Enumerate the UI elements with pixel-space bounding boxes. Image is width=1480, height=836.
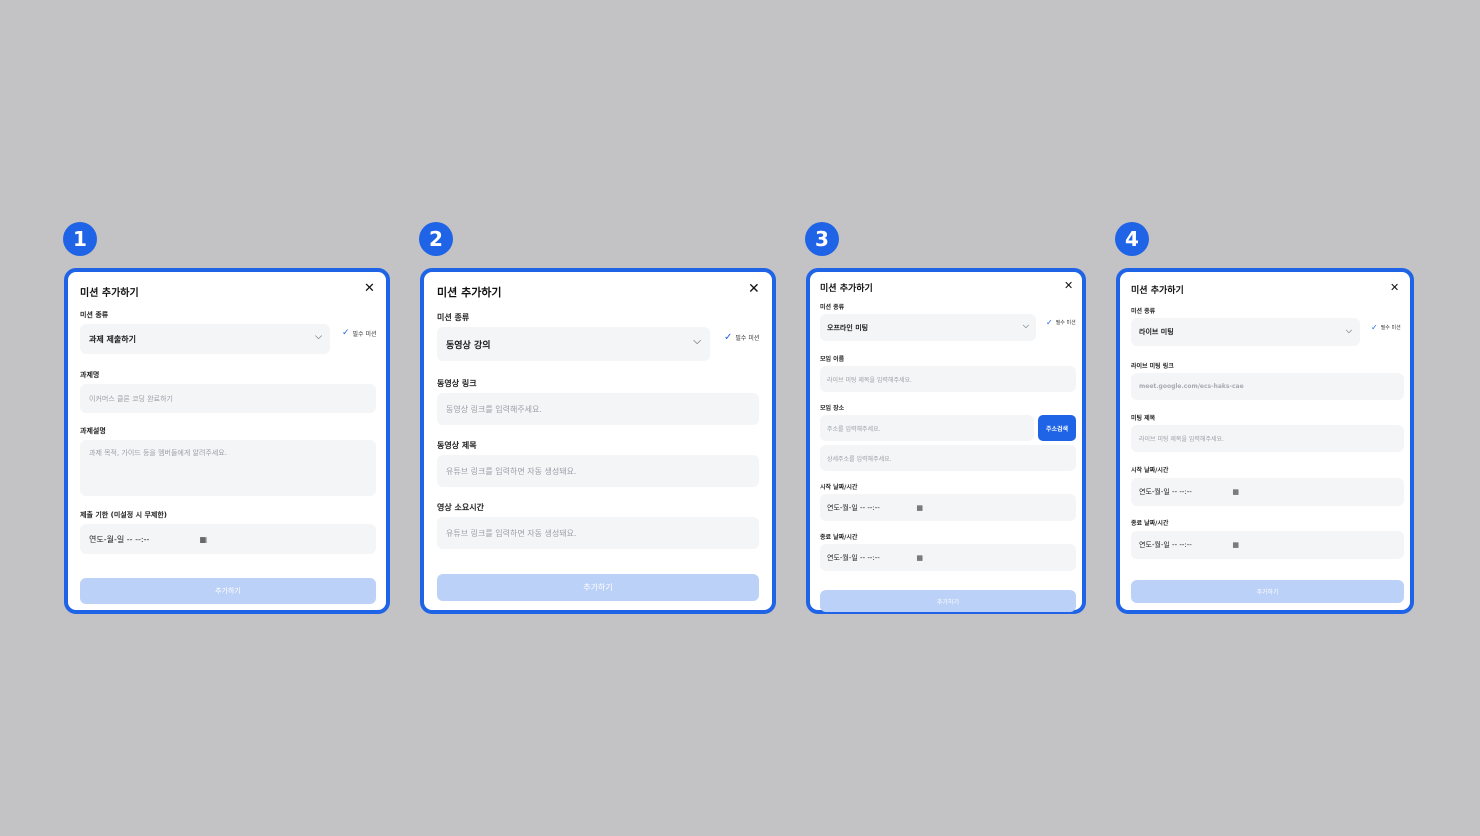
dialog-title: 미션 추가하기 — [1131, 286, 1184, 296]
assignment-description-textarea[interactable]: 과제 목적, 가이드 등을 멤버들에게 알려주세요. — [80, 440, 376, 496]
datetime-value: 연도-월-일 -- --:-- — [1139, 488, 1192, 496]
assignment-description-placeholder: 과제 목적, 가이드 등을 멤버들에게 알려주세요. — [89, 449, 227, 457]
end-datetime-input[interactable]: 연도-월-일 -- --:-- ▦ — [1131, 531, 1404, 559]
chevron-down-icon: ⌵ — [1022, 321, 1029, 330]
required-mission-toggle[interactable]: ✓ 필수 미션 — [1371, 323, 1401, 332]
add-button[interactable]: 추가하기 — [437, 574, 759, 601]
calendar-icon[interactable]: ▦ — [916, 554, 923, 562]
close-icon[interactable]: ✕ — [1390, 281, 1399, 294]
assignment-name-placeholder: 이커머스 클론 코딩 완료하기 — [89, 394, 173, 403]
datetime-value: 연도-월-일 -- --:-- — [1139, 541, 1192, 549]
field-label: 모임 장소 — [820, 405, 845, 412]
assignment-name-input[interactable]: 이커머스 클론 코딩 완료하기 — [80, 384, 376, 413]
mission-type-value: 라이브 미팅 — [1139, 328, 1174, 336]
field-label: 종료 날짜/시간 — [1131, 520, 1169, 527]
add-mission-dialog-1: 미션 추가하기 ✕ 미션 종류 과제 제출하기 ⌵ ✓ 필수 미션 과제명 이커… — [64, 268, 390, 614]
calendar-icon[interactable]: ▦ — [1232, 541, 1239, 549]
mission-type-label: 미션 종류 — [437, 313, 470, 322]
step-badge-2: 2 — [419, 222, 453, 256]
start-datetime-input[interactable]: 연도-월-일 -- --:-- ▦ — [1131, 478, 1404, 506]
datetime-value: 연도-월-일 -- --:-- — [827, 553, 880, 562]
field-label: 종료 날짜/시간 — [820, 534, 858, 541]
field-label: 동영상 제목 — [437, 441, 477, 450]
mission-type-select[interactable]: 과제 제출하기 ⌵ — [80, 324, 330, 354]
add-button[interactable]: 추가하기 — [80, 578, 376, 604]
address-placeholder: 주소를 입력해주세요. — [827, 425, 881, 433]
start-datetime-input[interactable]: 연도-월-일 -- --:-- ▦ — [820, 494, 1076, 521]
chevron-down-icon: ⌵ — [315, 332, 322, 342]
field-label: 시작 날짜/시간 — [820, 484, 858, 491]
mission-type-value: 오프라인 미팅 — [827, 323, 869, 332]
datetime-value: 연도-월-일 -- --:-- — [827, 503, 880, 512]
calendar-icon[interactable]: ▦ — [199, 535, 207, 544]
add-mission-dialog-2: 미션 추가하기 ✕ 미션 종류 동영상 강의 ⌵ ✓ 필수 미션 동영상 링크 … — [420, 268, 776, 614]
add-button[interactable]: 추가하기 — [1131, 580, 1404, 603]
field-label: 미팅 제목 — [1131, 415, 1156, 422]
video-link-input[interactable]: 동영상 링크를 입력해주세요. — [437, 393, 759, 425]
meeting-name-placeholder: 라이브 미팅 제목을 입력해주세요. — [827, 376, 912, 384]
mission-type-value: 과제 제출하기 — [89, 334, 136, 344]
video-link-placeholder: 동영상 링크를 입력해주세요. — [446, 404, 542, 414]
field-label: 영상 소요시간 — [437, 503, 484, 512]
detail-address-placeholder: 상세주소를 입력해주세요. — [827, 455, 892, 463]
meeting-title-input[interactable]: 라이브 미팅 제목을 입력해주세요. — [1131, 425, 1404, 452]
check-icon: ✓ — [1046, 318, 1053, 327]
check-icon: ✓ — [724, 332, 733, 343]
live-meeting-link-placeholder: meet.google.com/ecs-haks-cae — [1139, 383, 1244, 390]
live-meeting-link-input[interactable]: meet.google.com/ecs-haks-cae — [1131, 373, 1404, 400]
address-search-button[interactable]: 주소검색 — [1038, 415, 1076, 441]
calendar-icon[interactable]: ▦ — [916, 504, 923, 512]
field-label: 과제명 — [80, 371, 100, 379]
video-duration-placeholder: 유튜브 링크를 입력하면 자동 생성돼요. — [446, 528, 577, 538]
dialog-title: 미션 추가하기 — [80, 288, 139, 299]
add-mission-dialog-3: 미션 추가하기 ✕ 미션 종류 오프라인 미팅 ⌵ ✓ 필수 미션 모임 이름 … — [806, 268, 1086, 614]
chevron-down-icon: ⌵ — [1345, 326, 1352, 335]
add-button[interactable]: 추가하기 — [820, 590, 1076, 612]
meeting-title-placeholder: 라이브 미팅 제목을 입력해주세요. — [1139, 436, 1224, 443]
field-label: 제출 기한 (미설정 시 무제한) — [80, 511, 167, 519]
meeting-name-input[interactable]: 라이브 미팅 제목을 입력해주세요. — [820, 366, 1076, 392]
required-mission-label: 필수 미션 — [1055, 320, 1076, 326]
dialog-title: 미션 추가하기 — [820, 284, 873, 294]
step-badge-4: 4 — [1115, 222, 1149, 256]
field-label: 시작 날짜/시간 — [1131, 467, 1169, 474]
video-title-placeholder: 유튜브 링크를 입력하면 자동 생성돼요. — [446, 466, 577, 476]
field-label: 모임 이름 — [820, 356, 845, 363]
video-title-input[interactable]: 유튜브 링크를 입력하면 자동 생성돼요. — [437, 455, 759, 487]
mission-type-label: 미션 종류 — [1131, 308, 1156, 315]
field-label: 동영상 링크 — [437, 379, 477, 388]
required-mission-label: 필수 미션 — [735, 335, 760, 342]
step-badge-3: 3 — [805, 222, 839, 256]
close-icon[interactable]: ✕ — [748, 281, 760, 297]
end-datetime-input[interactable]: 연도-월-일 -- --:-- ▦ — [820, 544, 1076, 571]
address-input[interactable]: 주소를 입력해주세요. — [820, 415, 1034, 441]
check-icon: ✓ — [342, 328, 350, 338]
dialog-title: 미션 추가하기 — [437, 286, 502, 299]
calendar-icon[interactable]: ▦ — [1232, 488, 1239, 496]
required-mission-label: 필수 미션 — [352, 330, 377, 338]
required-mission-toggle[interactable]: ✓ 필수 미션 — [1046, 318, 1076, 327]
mission-type-label: 미션 종류 — [80, 311, 109, 319]
chevron-down-icon: ⌵ — [693, 336, 701, 347]
field-label: 과제설명 — [80, 427, 106, 435]
mission-type-value: 동영상 강의 — [446, 340, 491, 351]
datetime-value: 연도-월-일 -- --:-- — [89, 534, 150, 544]
field-label: 라이브 미팅 링크 — [1131, 363, 1174, 370]
required-mission-toggle[interactable]: ✓ 필수 미션 — [342, 328, 377, 338]
mission-type-select[interactable]: 오프라인 미팅 ⌵ — [820, 314, 1036, 341]
video-duration-input[interactable]: 유튜브 링크를 입력하면 자동 생성돼요. — [437, 517, 759, 549]
step-badge-1: 1 — [63, 222, 97, 256]
detail-address-input[interactable]: 상세주소를 입력해주세요. — [820, 445, 1076, 471]
mission-type-select[interactable]: 동영상 강의 ⌵ — [437, 327, 710, 361]
required-mission-toggle[interactable]: ✓ 필수 미션 — [724, 332, 759, 343]
required-mission-label: 필수 미션 — [1380, 325, 1401, 331]
close-icon[interactable]: ✕ — [1064, 279, 1073, 292]
add-mission-dialog-4: 미션 추가하기 ✕ 미션 종류 라이브 미팅 ⌵ ✓ 필수 미션 라이브 미팅 … — [1116, 268, 1414, 614]
check-icon: ✓ — [1371, 323, 1378, 332]
close-icon[interactable]: ✕ — [364, 281, 375, 296]
due-date-input[interactable]: 연도-월-일 -- --:-- ▦ — [80, 524, 376, 554]
mission-type-label: 미션 종류 — [820, 304, 845, 311]
mission-type-select[interactable]: 라이브 미팅 ⌵ — [1131, 318, 1360, 346]
